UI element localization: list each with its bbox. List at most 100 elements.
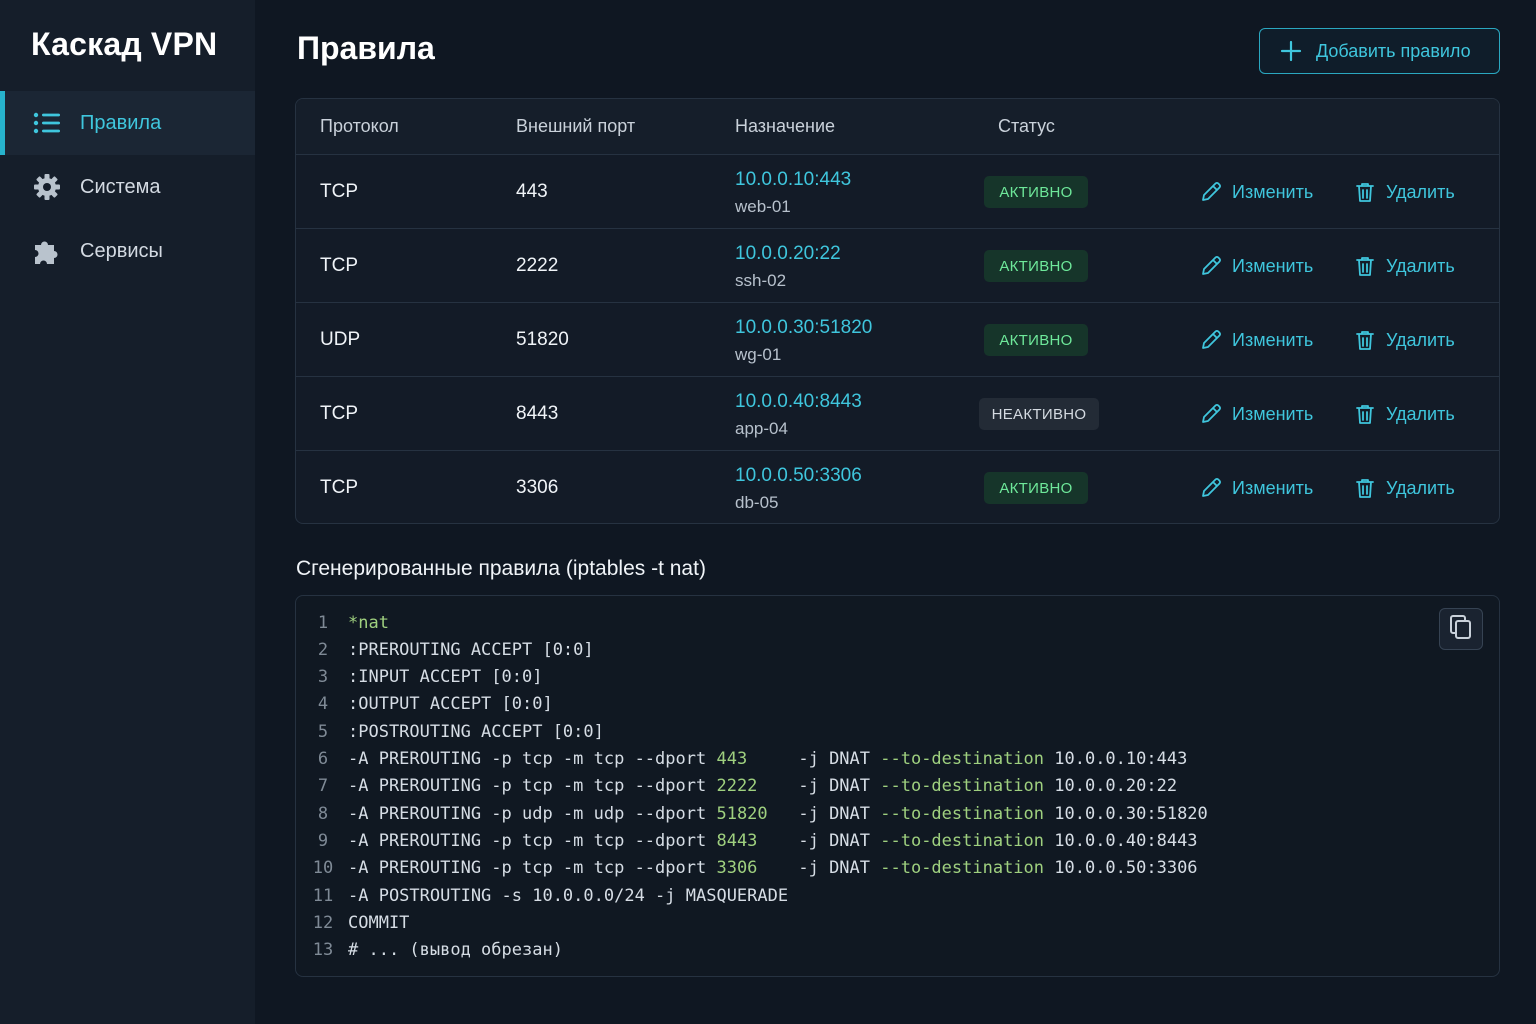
delete-label: Удалить	[1386, 403, 1455, 424]
protocol-cell: TCP	[320, 254, 358, 276]
code-token: 3306	[716, 858, 768, 879]
destination-host: db-05	[735, 493, 779, 512]
code-token: 10.0.0.10:443	[1044, 749, 1188, 769]
delete-button[interactable]: Удалить	[1354, 155, 1455, 229]
code-token: --to-destination	[880, 803, 1045, 824]
list-icon	[32, 108, 62, 138]
code-token: -A POSTROUTING -s 10.0.0.0/24 -j MASQUER…	[348, 885, 789, 906]
delete-label: Удалить	[1386, 255, 1455, 276]
protocol-cell: TCP	[320, 477, 358, 498]
code-token: --to-destination	[880, 776, 1045, 797]
table-row: UDP 51820 10.0.0.30:51820 wg-01 АКТИВНО Измен…	[296, 303, 1499, 377]
port-cell: 3306	[516, 477, 559, 498]
pencil-icon	[1200, 477, 1222, 499]
edit-label: Изменить	[1232, 477, 1314, 498]
add-rule-button[interactable]: Добавить правило	[1259, 28, 1500, 74]
code-line: 3:INPUT ACCEPT [0:0]	[296, 664, 543, 691]
destination-cell: 10.0.0.10:443 web-01	[735, 169, 851, 217]
line-number: 6	[317, 749, 329, 769]
protocol-cell: UDP	[320, 328, 361, 350]
column-header-destination: Назначение	[735, 116, 836, 136]
generated-rules-title: Сгенерированные правила (iptables -t nat…	[296, 557, 706, 580]
pencil-icon	[1200, 181, 1222, 203]
edit-button[interactable]: Изменить	[1200, 451, 1314, 523]
port-cell: 8443	[516, 402, 559, 424]
delete-button[interactable]: Удалить	[1354, 451, 1455, 523]
copy-button[interactable]	[1439, 608, 1483, 650]
sidebar-nav: Правила Система Сервисы	[0, 91, 255, 283]
code-token: 51820	[716, 803, 768, 824]
code-line: 6 -A PREROUTING -p tcp -m tcp --dport 443…	[296, 746, 1187, 773]
code-line: 12 COMMIT	[296, 909, 410, 936]
pencil-icon	[1200, 329, 1222, 351]
status-badge: АКТИВНО	[984, 472, 1088, 504]
code-token: 10.0.0.50:3306	[1044, 858, 1198, 879]
code-token: *nat	[348, 612, 389, 633]
plus-icon	[1280, 40, 1302, 62]
code-token: 10.0.0.20:22	[1044, 776, 1178, 797]
generated-rules-code: 1 *nat 2 :PREROUTING ACCEPT [0:0] 3:INPUT AC…	[295, 595, 1500, 977]
table-row: TCP 2222 10.0.0.20:22 ssh-02 АКТИВНО Изменить…	[296, 229, 1499, 303]
code-token: -j DNAT	[767, 803, 881, 824]
line-number: 1	[317, 612, 329, 633]
port-cell: 2222	[516, 254, 559, 276]
code-line: 7 -A PREROUTING -p tcp -m tcp --dport 222…	[296, 773, 1177, 800]
trash-icon	[1354, 403, 1376, 425]
destination-cell: 10.0.0.20:22 ssh-02	[735, 243, 841, 291]
edit-label: Изменить	[1232, 403, 1314, 424]
line-number: 2	[317, 639, 329, 660]
column-header-status: Статус	[998, 116, 1055, 136]
edit-label: Изменить	[1232, 255, 1314, 276]
code-token: :POSTROUTING ACCEPT [0:0]	[348, 721, 604, 742]
puzzle-icon	[32, 236, 62, 266]
line-number: 8	[317, 803, 329, 824]
code-token: -A PREROUTING -p tcp -m tcp --dport	[348, 749, 717, 769]
edit-button[interactable]: Изменить	[1200, 303, 1313, 377]
line-number: 13	[312, 940, 334, 961]
destination-host: ssh-02	[735, 271, 787, 290]
code-token: -A PREROUTING -p udp -m udp --dport	[348, 803, 717, 824]
edit-button[interactable]: Изменить	[1200, 377, 1313, 451]
code-token: :INPUT ACCEPT [0:0]	[348, 667, 543, 688]
destination-cell: 10.0.0.30:51820 wg-01	[735, 317, 872, 365]
column-header-port: Внешний порт	[516, 116, 636, 136]
status-badge: АКТИВНО	[984, 324, 1088, 356]
code-text: -A PREROUTING -p tcp -m tcp --dport 2222…	[342, 776, 1177, 796]
sidebar-item-services[interactable]: Сервисы	[0, 219, 255, 283]
sidebar-item-rules[interactable]: Правила	[0, 91, 255, 155]
edit-button[interactable]: Изменить	[1200, 229, 1313, 303]
delete-button[interactable]: Удалить	[1354, 377, 1455, 451]
code-token: -A PREROUTING -p tcp -m tcp --dport	[348, 776, 717, 797]
pencil-icon	[1200, 255, 1222, 277]
page-title: Правила	[297, 30, 435, 66]
table-header: Протокол Внешний порт Назначение Статус	[296, 99, 1499, 155]
line-number: 4	[317, 694, 329, 715]
sidebar-item-label: Система	[80, 175, 161, 198]
destination-address: 10.0.0.50:3306	[735, 465, 862, 486]
code-line: 9 -A PREROUTING -p tcp -m tcp --dport 844…	[296, 827, 1198, 854]
code-text: :PREROUTING ACCEPT [0:0]	[342, 640, 594, 660]
delete-button[interactable]: Удалить	[1354, 229, 1455, 303]
edit-button[interactable]: Изменить	[1200, 155, 1313, 229]
code-text: -A PREROUTING -p tcp -m tcp --dport 8443…	[342, 831, 1198, 851]
delete-button[interactable]: Удалить	[1354, 303, 1455, 377]
code-token: 10.0.0.30:51820	[1044, 803, 1208, 824]
edit-label: Изменить	[1232, 329, 1314, 350]
code-text: :POSTROUTING ACCEPT [0:0]	[342, 722, 604, 742]
gear-icon	[32, 172, 62, 202]
code-token: --to-destination	[880, 858, 1045, 879]
code-line: 8 -A PREROUTING -p udp -m udp --dport 518…	[296, 800, 1208, 827]
trash-icon	[1354, 255, 1376, 277]
line-number: 7	[317, 776, 329, 797]
code-token: -j DNAT	[767, 776, 881, 797]
code-token: COMMIT	[348, 912, 410, 933]
sidebar: Каскад VPN Правила Система Сервисы	[0, 0, 255, 1024]
code-text: # ... (вывод обрезан)	[342, 940, 563, 960]
sidebar-item-label: Правила	[80, 111, 162, 134]
table-row: TCP 443 10.0.0.10:443 web-01 АКТИВНО Изменить…	[296, 155, 1499, 229]
code-line: 2 :PREROUTING ACCEPT [0:0]	[296, 636, 594, 663]
protocol-cell: TCP	[320, 402, 358, 424]
sidebar-item-system[interactable]: Система	[0, 155, 255, 219]
code-token: -A PREROUTING -p tcp -m tcp --dport	[348, 830, 717, 851]
code-token: -j DNAT	[767, 858, 881, 879]
